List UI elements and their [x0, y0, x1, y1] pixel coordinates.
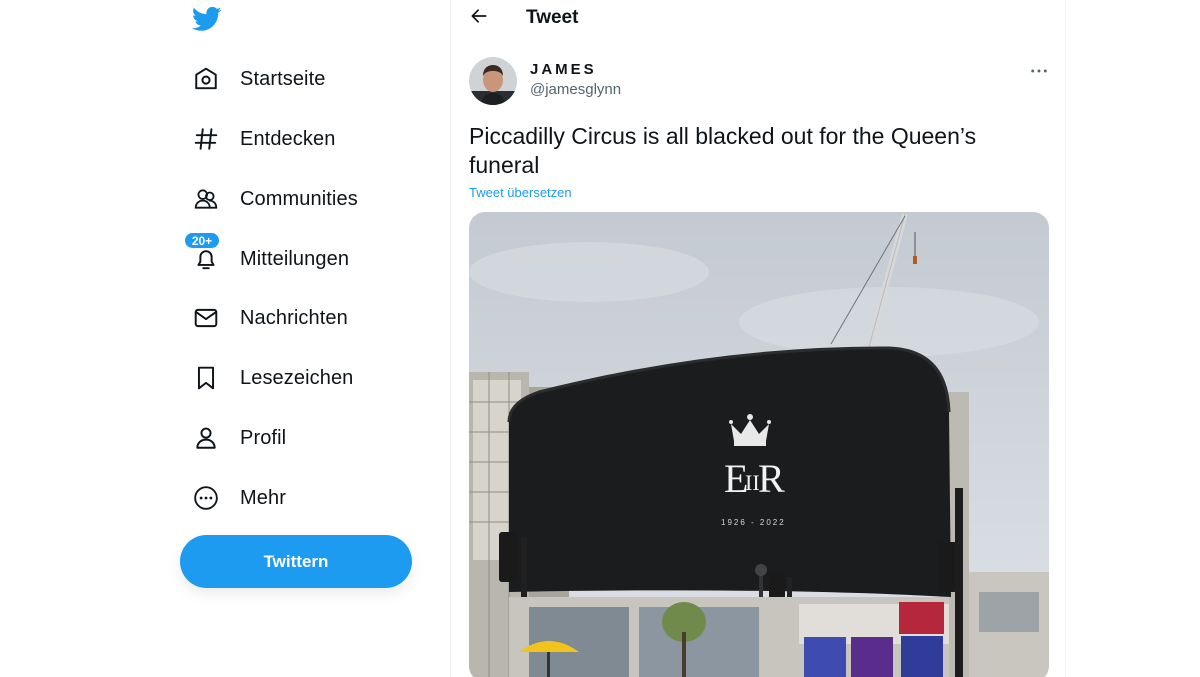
sidebar-item-label: Lesezeichen — [240, 366, 354, 389]
bell-icon: 20+ — [184, 232, 226, 279]
back-button[interactable] — [465, 4, 493, 32]
hashtag-icon — [186, 119, 226, 159]
sidebar-item-label: Entdecken — [240, 127, 336, 150]
page-header: Tweet — [451, 0, 1067, 36]
tweet-photo[interactable]: E II R 1926 - 2022 — [469, 212, 1049, 677]
sidebar-item-label: Nachrichten — [240, 306, 348, 329]
page-title: Tweet — [526, 7, 579, 28]
sidebar-item-entdecken[interactable]: Entdecken — [186, 117, 335, 161]
notification-badge: 20+ — [184, 232, 220, 249]
sidebar-item-label: Profil — [240, 426, 287, 449]
more-options-button[interactable] — [1029, 60, 1049, 80]
translate-link[interactable]: Tweet übersetzen — [469, 185, 572, 200]
communities-icon — [186, 179, 226, 219]
sidebar-item-label: Startseite — [240, 67, 326, 90]
avatar[interactable] — [469, 57, 517, 105]
screen-years-text: 1926 - 2022 — [721, 518, 786, 527]
sidebar: Startseite Entdecken Communities 20+ Mit… — [0, 0, 450, 677]
person-icon — [186, 418, 226, 458]
tweet-text: Piccadilly Circus is all blacked out for… — [469, 123, 977, 178]
home-icon — [186, 59, 226, 99]
more-horizontal-icon — [1030, 61, 1048, 79]
user-handle[interactable]: @jamesglynn — [530, 81, 621, 98]
display-name[interactable]: JAMES — [530, 61, 597, 78]
twitter-bird-icon[interactable] — [191, 4, 223, 34]
more-circle-icon — [186, 478, 226, 518]
envelope-icon — [186, 298, 226, 338]
bookmark-icon — [186, 358, 226, 398]
sidebar-item-mehr[interactable]: Mehr — [186, 476, 286, 520]
tweet-button[interactable]: Twittern — [180, 535, 412, 588]
sidebar-item-lesezeichen[interactable]: Lesezeichen — [186, 356, 353, 400]
sidebar-item-profil[interactable]: Profil — [186, 416, 286, 460]
main-column: Tweet JAMES @jamesglynn Piccadilly Circu… — [450, 0, 1066, 677]
sidebar-item-label: Mitteilungen — [240, 247, 350, 270]
sidebar-item-mitteilungen[interactable]: 20+ Mitteilungen — [184, 232, 350, 281]
svg-text:R: R — [758, 456, 785, 501]
sidebar-item-startseite[interactable]: Startseite — [186, 57, 325, 101]
sidebar-item-label: Communities — [240, 187, 358, 210]
sidebar-item-nachrichten[interactable]: Nachrichten — [186, 296, 348, 340]
arrow-left-icon — [469, 6, 489, 31]
piccadilly-photo: E II R — [469, 212, 1049, 677]
sidebar-item-label: Mehr — [240, 486, 286, 509]
sidebar-item-communities[interactable]: Communities — [186, 177, 358, 221]
